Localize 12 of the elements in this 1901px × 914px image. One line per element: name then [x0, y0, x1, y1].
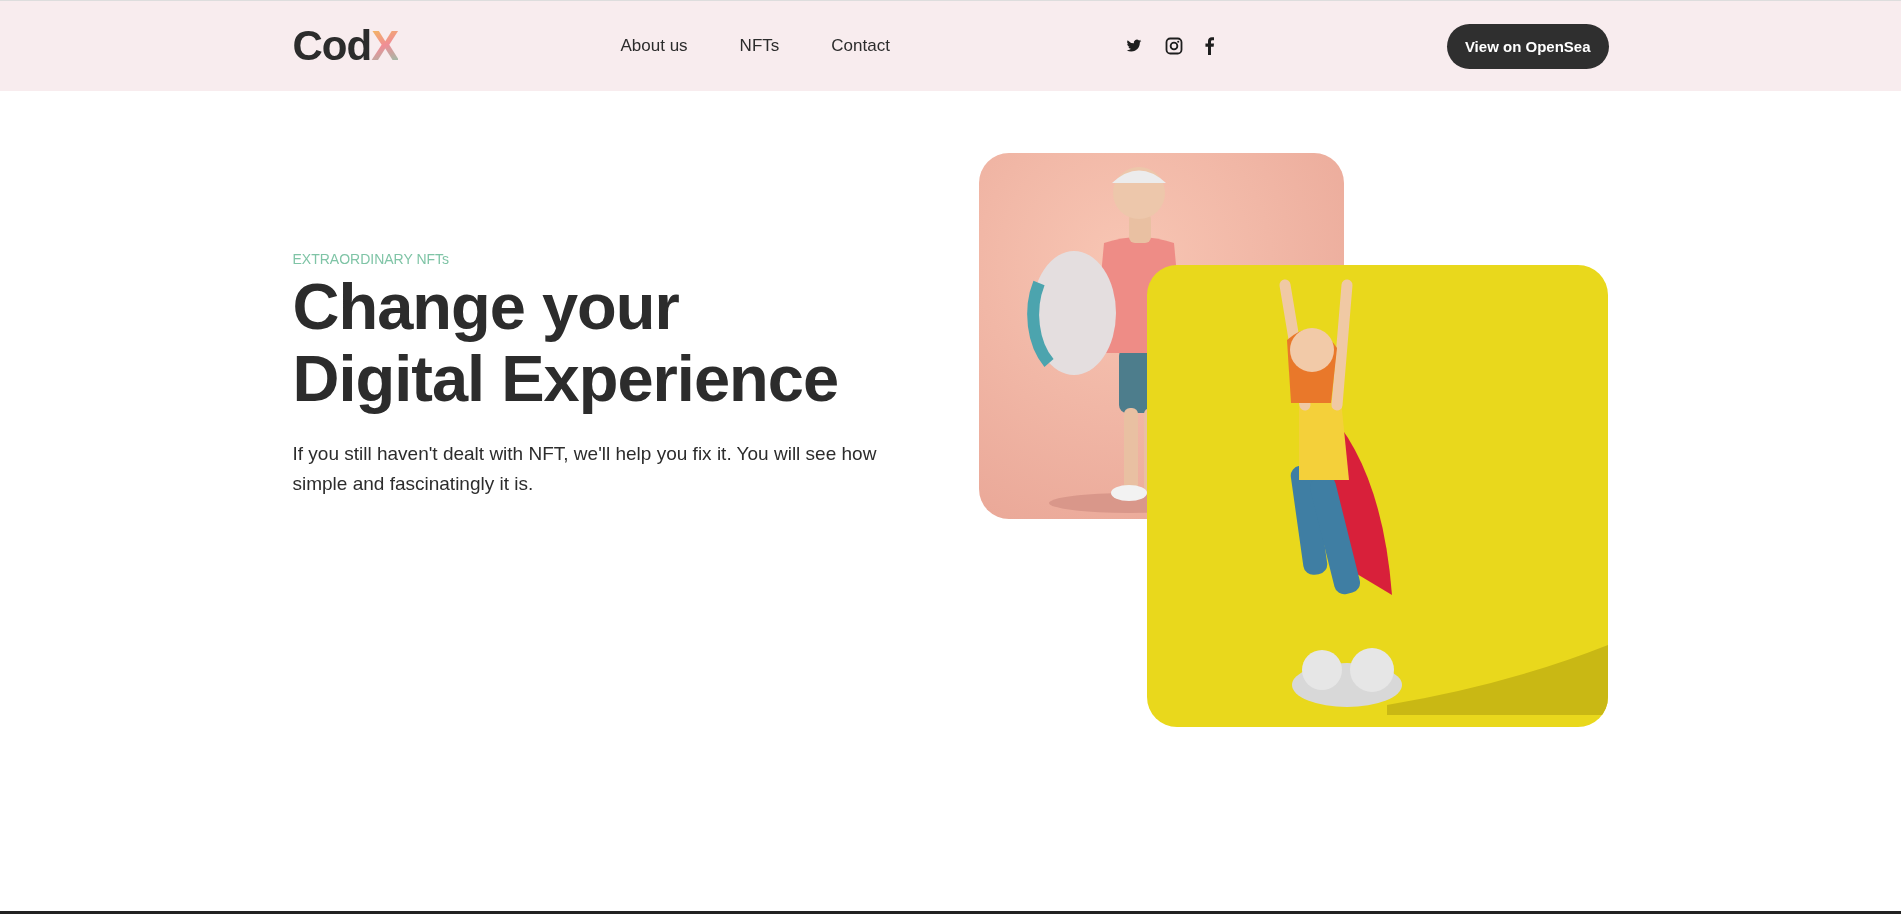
- facebook-icon[interactable]: [1204, 37, 1214, 55]
- hero-description: If you still haven't dealt with NFT, we'll help you fix it. You will see how simple and fascinatingly it is.: [292, 442, 878, 496]
- hero-heading-line: Digital Experience: [292, 343, 839, 415]
- instagram-icon[interactable]: [1164, 37, 1183, 55]
- hero-heading-line: Change your: [292, 271, 679, 343]
- nav-link[interactable]: Contact: [831, 36, 890, 56]
- twitter-bird-icon[interactable]: [1124, 38, 1143, 54]
- logo[interactable]: CodX: [292, 22, 399, 70]
- nav-link[interactable]: NFTs: [739, 36, 780, 56]
- eyebrow-label: EXTRAORDINARY NFTs: [292, 251, 451, 267]
- nav-link[interactable]: About us: [620, 36, 688, 56]
- view-on-opensea-button[interactable]: View on OpenSea: [1446, 23, 1609, 69]
